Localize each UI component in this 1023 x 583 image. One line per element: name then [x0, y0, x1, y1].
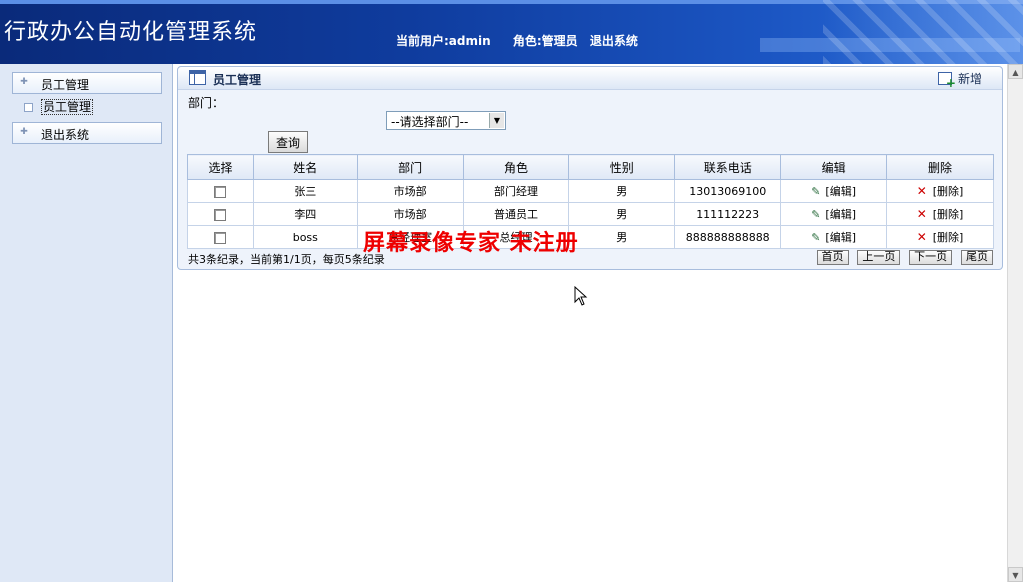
- panel-title: 员工管理: [213, 73, 262, 87]
- gender-cell: 男: [568, 225, 676, 249]
- table-row: boss 总经理室 总经理 男 888888888888 ✎ [编辑] ✕ [删除]: [187, 225, 994, 249]
- name-cell: boss: [252, 225, 358, 249]
- dept-select[interactable]: --请选择部门-- ▼: [386, 111, 506, 130]
- employee-table: 选择 姓名 部门 角色 性别 联系电话 编辑 删除 张三 市场部 部门经理 男: [187, 154, 994, 249]
- first-page-button[interactable]: 首页: [816, 249, 849, 265]
- pencil-icon: ✎: [811, 185, 821, 198]
- col-header-delete: 删除: [886, 154, 994, 180]
- sidebar-item-employee-management[interactable]: ✚ 员工管理: [12, 72, 162, 94]
- next-page-button[interactable]: 下一页: [909, 249, 953, 265]
- select-cell: [187, 202, 254, 226]
- watermark: 屏幕录像专家 未注册: [363, 230, 579, 256]
- app-header: 行政办公自动化管理系统 当前用户:admin 角色:管理员 退出系统: [0, 0, 1023, 64]
- last-page-button[interactable]: 尾页: [961, 249, 993, 265]
- main-content: 员工管理 新增 部门： --请选择部门-- ▼ 查询 选择 姓名 部门 角色: [173, 64, 1007, 582]
- panel-header: 员工管理 新增: [178, 67, 1002, 90]
- add-icon: [937, 72, 956, 90]
- gender-cell: 男: [568, 202, 676, 226]
- delete-label: [删除]: [932, 208, 964, 221]
- scroll-down-icon[interactable]: ▼: [1008, 567, 1023, 582]
- delete-cell: ✕ [删除]: [886, 179, 994, 203]
- edit-link[interactable]: ✎ [编辑]: [811, 231, 856, 244]
- edit-label: [编辑]: [825, 185, 857, 198]
- header-logout-link[interactable]: 退出系统: [590, 34, 638, 48]
- delete-label: [删除]: [932, 231, 964, 244]
- col-header-dept: 部门: [356, 154, 464, 180]
- delete-icon: ✕: [916, 184, 927, 198]
- dept-select-value: --请选择部门--: [391, 115, 469, 129]
- name-cell: 李四: [252, 202, 358, 226]
- chevron-down-icon: ▼: [489, 113, 504, 128]
- delete-icon: ✕: [916, 230, 927, 244]
- delete-cell: ✕ [删除]: [886, 225, 994, 249]
- sidebar-subitem-employee-management[interactable]: 员工管理: [24, 98, 164, 116]
- pencil-icon: ✎: [811, 231, 821, 244]
- name-cell: 张三: [252, 179, 358, 203]
- gender-cell: 男: [568, 179, 676, 203]
- edit-label: [编辑]: [825, 208, 857, 221]
- phone-cell: 13013069100: [674, 179, 782, 203]
- vertical-scrollbar[interactable]: ▲ ▼: [1007, 64, 1023, 582]
- mouse-cursor-icon: [574, 286, 588, 306]
- dept-cell: 市场部: [356, 179, 464, 203]
- phone-cell: 888888888888: [674, 225, 782, 249]
- select-cell: [187, 179, 254, 203]
- delete-link[interactable]: ✕ [删除]: [916, 184, 964, 198]
- current-user: 当前用户:admin: [396, 34, 491, 48]
- row-checkbox[interactable]: [214, 208, 227, 221]
- app-title: 行政办公自动化管理系统: [4, 20, 258, 45]
- select-cell: [187, 225, 254, 249]
- row-checkbox[interactable]: [214, 185, 227, 198]
- edit-link[interactable]: ✎ [编辑]: [811, 185, 856, 198]
- table-row: 张三 市场部 部门经理 男 13013069100 ✎ [编辑] ✕ [删除]: [187, 179, 994, 203]
- sidebar-item-label: 员工管理: [41, 78, 90, 92]
- pagination-controls: 首页 上一页 下一页 尾页: [812, 249, 993, 265]
- sidebar-subitem-label: 员工管理: [41, 99, 94, 115]
- dept-cell: 市场部: [356, 202, 464, 226]
- role-cell: 普通员工: [462, 202, 570, 226]
- delete-link[interactable]: ✕ [删除]: [916, 230, 964, 244]
- edit-cell: ✎ [编辑]: [780, 179, 888, 203]
- add-employee-button[interactable]: 新增: [937, 70, 982, 90]
- user-bar: 当前用户:admin 角色:管理员 退出系统: [396, 32, 656, 49]
- query-button[interactable]: 查询: [268, 131, 308, 153]
- table-header-row: 选择 姓名 部门 角色 性别 联系电话 编辑 删除: [187, 154, 994, 180]
- scroll-up-icon[interactable]: ▲: [1008, 64, 1023, 79]
- col-header-select: 选择: [187, 154, 254, 180]
- add-label: 新增: [957, 72, 982, 86]
- expand-icon: ✚: [20, 127, 28, 137]
- delete-link[interactable]: ✕ [删除]: [916, 207, 964, 221]
- dept-label: 部门：: [188, 96, 225, 110]
- col-header-edit: 编辑: [780, 154, 888, 180]
- edit-cell: ✎ [编辑]: [780, 225, 888, 249]
- table-icon: [189, 70, 206, 85]
- role-cell: 部门经理: [462, 179, 570, 203]
- edit-cell: ✎ [编辑]: [780, 202, 888, 226]
- edit-label: [编辑]: [825, 231, 857, 244]
- col-header-gender: 性别: [568, 154, 676, 180]
- sidebar-item-label: 退出系统: [41, 128, 90, 142]
- delete-label: [删除]: [932, 185, 964, 198]
- employee-panel: 员工管理 新增 部门： --请选择部门-- ▼ 查询 选择 姓名 部门 角色: [177, 66, 1003, 270]
- pencil-icon: ✎: [811, 208, 821, 221]
- delete-icon: ✕: [916, 207, 927, 221]
- col-header-name: 姓名: [252, 154, 358, 180]
- tree-node-icon: [24, 103, 33, 112]
- pagination-summary: 共3条纪录，当前第1/1页，每页5条纪录: [188, 253, 385, 266]
- prev-page-button[interactable]: 上一页: [857, 249, 901, 265]
- row-checkbox[interactable]: [214, 231, 227, 244]
- user-role: 角色:管理员: [512, 34, 578, 48]
- delete-cell: ✕ [删除]: [886, 202, 994, 226]
- header-decoration: [823, 0, 1023, 64]
- expand-icon: ✚: [20, 77, 28, 87]
- col-header-phone: 联系电话: [674, 154, 782, 180]
- edit-link[interactable]: ✎ [编辑]: [811, 208, 856, 221]
- phone-cell: 111112223: [674, 202, 782, 226]
- sidebar: ✚ 员工管理 员工管理 ✚ 退出系统: [0, 64, 173, 582]
- col-header-role: 角色: [462, 154, 570, 180]
- sidebar-item-logout[interactable]: ✚ 退出系统: [12, 122, 162, 144]
- table-row: 李四 市场部 普通员工 男 111112223 ✎ [编辑] ✕ [删除]: [187, 202, 994, 226]
